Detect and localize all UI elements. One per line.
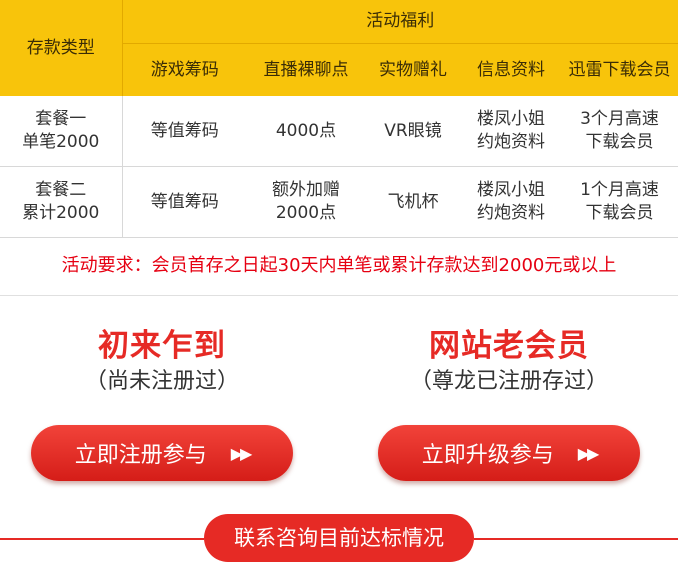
- table-cell: 飞机杯: [365, 166, 461, 238]
- deposit-type-header: 存款类型: [0, 0, 123, 96]
- plan-name: 套餐二: [35, 180, 87, 200]
- promo-table: 存款类型 活动福利 游戏筹码 直播裸聊点 实物赠礼 信息资料 迅雷下载会员 套餐…: [0, 0, 678, 238]
- contact-consult-button[interactable]: 联系咨询目前达标情况: [204, 514, 474, 562]
- plan-condition: 单笔2000: [22, 132, 100, 152]
- table-cell: 3个月高速 下载会员: [561, 96, 678, 167]
- table-cell: 楼凤小姐 约炮资料: [461, 166, 561, 238]
- table-cell: 楼凤小姐 约炮资料: [461, 96, 561, 167]
- register-join-label: 立即注册参与: [74, 443, 207, 468]
- table-cell: 额外加赠 2000点: [247, 166, 365, 238]
- new-member-title: 初来乍到: [98, 328, 226, 364]
- divider-right: [474, 538, 678, 540]
- old-member-title: 网站老会员: [429, 328, 589, 364]
- old-member-section: 网站老会员 （尊龙已注册存过） 立即升级参与 ▶▶: [378, 325, 640, 481]
- column-header-download-vip: 迅雷下载会员: [561, 43, 678, 96]
- double-right-arrow-icon: ▶▶: [230, 443, 253, 463]
- activity-benefits-header: 活动福利: [122, 0, 678, 44]
- plan-cell: 套餐一单笔2000: [0, 96, 123, 167]
- table-header-row: 存款类型 活动福利: [0, 0, 678, 96]
- register-join-button[interactable]: 立即注册参与 ▶▶: [31, 425, 293, 481]
- table-cell: 等值筹码: [122, 166, 247, 238]
- divider-left: [0, 538, 204, 540]
- plan-name: 套餐一: [35, 109, 87, 129]
- table-cell: 等值筹码: [122, 96, 247, 167]
- old-member-subtitle: （尊龙已注册存过）: [409, 369, 608, 394]
- double-right-arrow-icon: ▶▶: [577, 443, 600, 463]
- table-row: 套餐一单笔2000 等值筹码 4000点 VR眼镜 楼凤小姐 约炮资料 3个月高速…: [0, 96, 678, 167]
- upgrade-join-label: 立即升级参与: [421, 443, 554, 468]
- new-member-section: 初来乍到 （尚未注册过） 立即注册参与 ▶▶: [31, 325, 293, 481]
- column-header-chips: 游戏筹码: [122, 43, 247, 96]
- upgrade-join-button[interactable]: 立即升级参与 ▶▶: [378, 425, 640, 481]
- column-header-live-points: 直播裸聊点: [247, 43, 365, 96]
- plan-condition: 累计2000: [22, 203, 100, 223]
- new-member-subtitle: （尚未注册过）: [84, 369, 239, 394]
- table-cell: 4000点: [247, 96, 365, 167]
- column-header-physical-gift: 实物赠礼: [365, 43, 461, 96]
- table-cell: VR眼镜: [365, 96, 461, 167]
- table-row: 套餐二累计2000 等值筹码 额外加赠 2000点 飞机杯 楼凤小姐 约炮资料 1个…: [0, 166, 678, 238]
- column-header-info: 信息资料: [461, 43, 561, 96]
- table-cell: 1个月高速 下载会员: [561, 166, 678, 238]
- plan-cell: 套餐二累计2000: [0, 166, 123, 238]
- activity-requirement: 活动要求：会员首存之日起30天内单笔或累计存款达到2000元或以上: [0, 237, 678, 296]
